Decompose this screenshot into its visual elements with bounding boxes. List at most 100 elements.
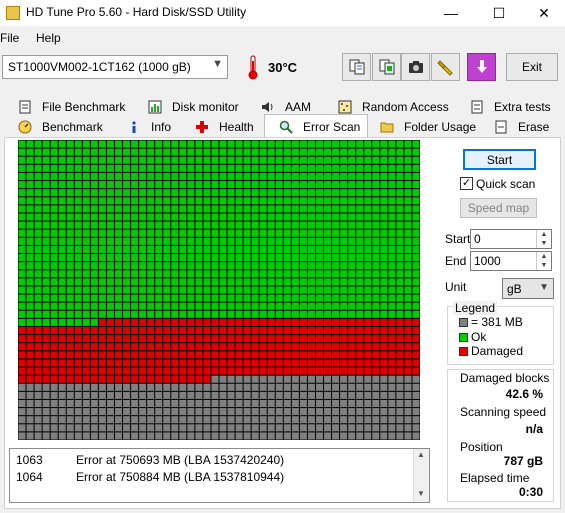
block-ok: [243, 262, 251, 270]
tab-error-scan[interactable]: Error Scan: [264, 114, 368, 138]
block-ok: [340, 270, 348, 278]
minimize-button[interactable]: —: [428, 0, 474, 26]
block-ok: [388, 262, 396, 270]
block-damaged: [332, 351, 340, 359]
block-ok: [98, 156, 106, 164]
tab-benchmark[interactable]: Benchmark: [18, 117, 103, 137]
exit-button[interactable]: Exit: [506, 53, 558, 81]
block-unscanned: [259, 399, 267, 408]
block-ok: [299, 205, 307, 213]
block-unscanned: [114, 391, 123, 399]
speed-map-button[interactable]: Speed map: [460, 198, 537, 218]
block-ok: [380, 181, 388, 189]
block-unscanned: [356, 383, 364, 391]
block-ok: [187, 213, 195, 221]
spin-arrows-icon[interactable]: ▲ ▼: [536, 230, 551, 248]
copy-text-button[interactable]: [342, 53, 371, 81]
block-ok: [42, 213, 50, 221]
unit-select[interactable]: gB ▼: [502, 278, 554, 299]
block-ok: [74, 164, 82, 172]
block-ok: [251, 156, 259, 164]
start-button[interactable]: Start: [463, 149, 536, 170]
block-unscanned: [388, 383, 396, 391]
close-button[interactable]: ✕: [521, 0, 565, 26]
disk-monitor-icon: [148, 100, 162, 114]
tab-file-benchmark[interactable]: File Benchmark: [18, 97, 125, 117]
block-ok: [74, 172, 82, 181]
block-damaged: [348, 367, 356, 375]
block-damaged: [315, 326, 324, 335]
block-unscanned: [324, 391, 332, 399]
block-damaged: [356, 318, 364, 326]
save-button[interactable]: [467, 53, 496, 81]
list-item[interactable]: 1063 Error at 750693 MB (LBA 1537420240): [10, 451, 414, 468]
block-ok: [283, 181, 291, 189]
list-item[interactable]: 1064 Error at 750884 MB (LBA 1537810944): [10, 468, 414, 485]
scroll-down-icon[interactable]: ▼: [417, 489, 425, 498]
block-unscanned: [404, 432, 412, 440]
error-log-list[interactable]: 1063 Error at 750693 MB (LBA 1537420240)…: [9, 448, 430, 503]
block-ok: [131, 148, 139, 156]
block-damaged: [364, 335, 372, 343]
block-unscanned: [98, 416, 106, 424]
block-ok: [275, 294, 283, 302]
block-damaged: [283, 351, 291, 359]
tab-health[interactable]: Health: [195, 117, 254, 137]
scroll-up-icon[interactable]: ▲: [417, 450, 425, 459]
block-unscanned: [50, 383, 58, 391]
block-ok: [114, 181, 123, 189]
block-ok: [34, 221, 42, 229]
block-ok: [251, 140, 259, 148]
spin-arrows-icon[interactable]: ▲ ▼: [536, 252, 551, 270]
block-ok: [50, 286, 58, 294]
copy-info-button[interactable]: [372, 53, 401, 81]
block-ok: [139, 164, 147, 172]
block-ok: [259, 310, 267, 318]
maximize-button[interactable]: ☐: [476, 0, 522, 26]
block-damaged: [123, 351, 131, 359]
block-ok: [50, 221, 58, 229]
block-ok: [356, 164, 364, 172]
drive-select[interactable]: ST1000VM002-1CT162 (1000 gB) ▼: [2, 55, 228, 79]
start-field[interactable]: 0 ▲ ▼: [470, 229, 552, 249]
tab-folder-usage[interactable]: Folder Usage: [380, 117, 476, 137]
options-button[interactable]: [431, 53, 460, 81]
block-ok: [195, 189, 203, 197]
block-ok: [203, 294, 211, 302]
block-damaged: [251, 335, 259, 343]
tab-disk-monitor[interactable]: Disk monitor: [148, 97, 239, 117]
block-unscanned: [283, 408, 291, 416]
block-damaged: [307, 359, 315, 367]
menu-file[interactable]: File: [0, 31, 19, 45]
block-unscanned: [58, 416, 66, 424]
block-ok: [372, 302, 380, 310]
block-ok: [195, 229, 203, 237]
block-ok: [98, 205, 106, 213]
block-ok: [42, 302, 50, 310]
block-unscanned: [340, 424, 348, 432]
block-unscanned: [171, 408, 179, 416]
quick-scan-checkbox[interactable]: ✓: [460, 177, 473, 190]
block-damaged: [380, 326, 388, 335]
tab-extra-tests[interactable]: Extra tests: [470, 97, 551, 117]
block-ok: [18, 254, 26, 262]
block-unscanned: [42, 424, 50, 432]
unit-label: Unit: [445, 280, 467, 294]
block-unscanned: [340, 432, 348, 440]
tab-erase[interactable]: Erase: [494, 117, 549, 137]
chevron-down-icon: ▼: [212, 58, 223, 70]
block-damaged: [171, 375, 179, 383]
screenshot-button[interactable]: [401, 53, 430, 81]
block-ok: [114, 164, 123, 172]
block-ok: [267, 270, 275, 278]
block-ok: [171, 172, 179, 181]
block-ok: [364, 237, 372, 245]
menu-help[interactable]: Help: [36, 31, 61, 45]
end-field[interactable]: 1000 ▲ ▼: [470, 251, 552, 271]
log-scrollbar[interactable]: ▲ ▼: [413, 449, 429, 502]
block-ok: [106, 221, 114, 229]
block-damaged: [299, 343, 307, 351]
block-ok: [283, 221, 291, 229]
tab-info[interactable]: Info: [127, 117, 171, 137]
block-ok: [106, 181, 114, 189]
